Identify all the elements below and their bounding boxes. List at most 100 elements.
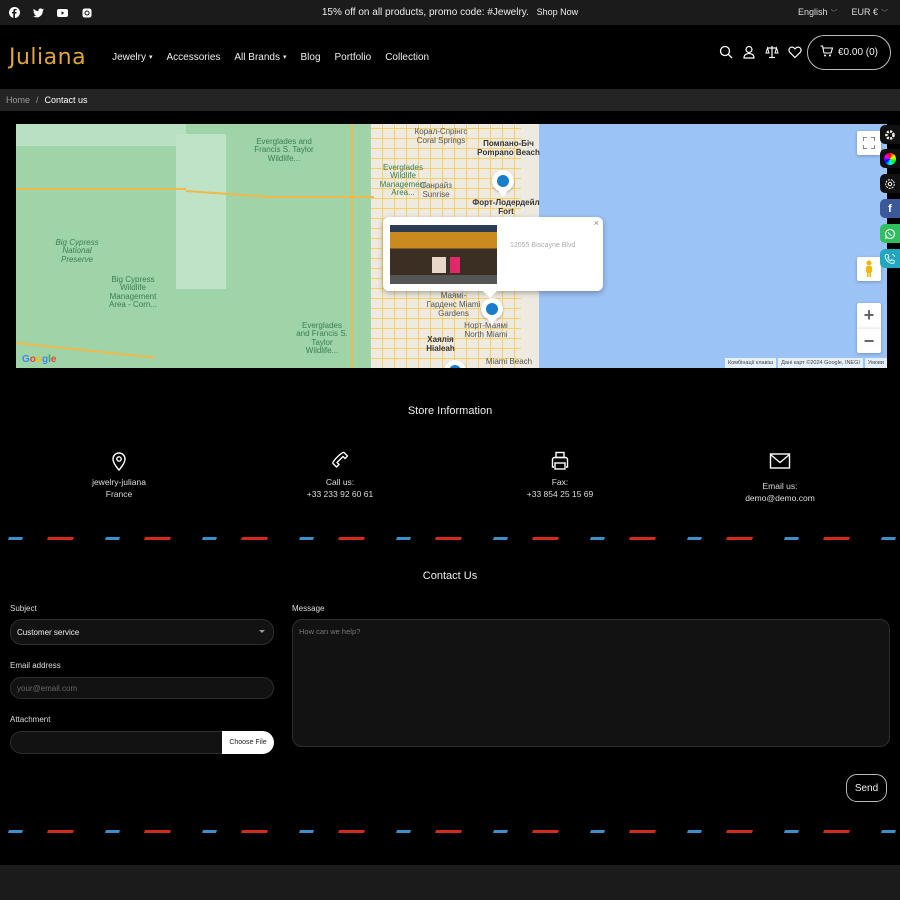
settings-widget[interactable] xyxy=(880,125,900,144)
nav-portfolio[interactable]: Portfolio xyxy=(335,52,372,63)
chevron-down-icon: ▾ xyxy=(148,54,153,61)
store-info-email: Email us: demo@demo.com xyxy=(705,450,855,505)
blue-dash xyxy=(881,537,896,540)
store-map[interactable]: Everglades and Francis S. Taylor Wildlif… xyxy=(16,124,887,368)
nav-label: Collection xyxy=(385,51,430,63)
map-label: Big Cypress Wildlife Management Area - C… xyxy=(108,275,157,310)
red-dash xyxy=(726,830,753,833)
logo[interactable]: Juliana xyxy=(9,45,86,70)
twitter-icon[interactable] xyxy=(33,7,44,18)
red-dash xyxy=(435,830,462,833)
map-data-credit: Дані карт ©2024 Google, INEGI xyxy=(778,358,863,368)
blue-dash xyxy=(881,830,896,833)
color-wheel-icon xyxy=(884,152,896,165)
terms-link[interactable]: Умови xyxy=(864,358,887,368)
whatsapp-icon xyxy=(884,228,896,239)
store-photo xyxy=(390,225,497,284)
map-land-area xyxy=(176,134,226,289)
red-dash xyxy=(144,830,171,833)
instagram-icon[interactable] xyxy=(81,7,92,18)
attachment-input[interactable]: Choose File xyxy=(10,731,274,754)
email-label: Email us: xyxy=(762,481,798,491)
nav-collection[interactable]: Collection xyxy=(385,52,429,63)
send-button[interactable]: Send xyxy=(846,774,887,802)
blue-dash xyxy=(299,830,314,833)
map-label: Санрайз Sunrise xyxy=(420,181,452,199)
fullscreen-icon xyxy=(863,137,875,149)
store-info-address: jewelry-juliana France xyxy=(44,450,194,501)
store-marker[interactable] xyxy=(492,170,514,198)
blue-dash xyxy=(784,537,799,540)
phone-number[interactable]: +33 233 92 60 61 xyxy=(265,488,415,500)
nav-label: All Brands xyxy=(234,51,280,63)
chevron-down-icon: ﹀ xyxy=(881,10,888,17)
blue-dash xyxy=(590,830,605,833)
store-name: jewelry-juliana xyxy=(92,477,146,487)
map-label: Big Cypress National Preserve xyxy=(55,238,99,264)
top-bar: 15% off on all products, promo code: #Je… xyxy=(0,0,900,25)
currency-label: EUR € xyxy=(851,7,878,17)
nav-label: Jewelry xyxy=(112,51,146,63)
fax-label: Fax: xyxy=(551,477,569,487)
fax-number: +33 854 25 15 69 xyxy=(526,489,594,500)
wishlist-icon[interactable] xyxy=(788,45,802,59)
blue-dash xyxy=(590,537,605,540)
store-info-phone: Call us: +33 233 92 60 61 xyxy=(265,450,415,501)
chevron-down-icon: ▾ xyxy=(282,54,287,61)
user-icon[interactable] xyxy=(742,45,756,59)
red-dash xyxy=(823,830,850,833)
google-logo[interactable]: Google xyxy=(22,354,56,365)
nav-label: Blog xyxy=(300,51,321,63)
phone-callback-widget[interactable] xyxy=(880,249,900,268)
store-country: France xyxy=(105,489,133,500)
breadcrumb-home[interactable]: Home xyxy=(6,95,30,105)
blue-dash xyxy=(493,537,508,540)
fullscreen-button[interactable] xyxy=(857,131,881,155)
nav-jewelry[interactable]: Jewelry ▾ xyxy=(112,52,152,63)
red-dash xyxy=(532,830,559,833)
message-label: Message xyxy=(292,604,325,613)
color-picker-widget[interactable] xyxy=(880,149,900,168)
subject-label: Subject xyxy=(10,604,37,613)
chevron-down-icon: ﹀ xyxy=(830,10,838,17)
search-icon[interactable] xyxy=(719,45,733,59)
compare-icon[interactable] xyxy=(765,45,779,59)
map-land-area xyxy=(16,124,186,146)
zoom-in-button[interactable]: + xyxy=(857,303,881,328)
map-attribution: Комбінації клавіш Дані карт ©2024 Google… xyxy=(725,358,887,368)
blue-dash xyxy=(299,537,314,540)
zoom-out-button[interactable]: − xyxy=(857,328,881,353)
currency-selector[interactable]: EUR € ﹀ xyxy=(851,7,888,18)
choose-file-button[interactable]: Choose File xyxy=(222,731,274,754)
store-marker[interactable] xyxy=(444,360,466,368)
facebook-widget[interactable]: f xyxy=(880,199,900,218)
blue-dash xyxy=(105,830,120,833)
store-marker[interactable] xyxy=(481,298,503,326)
facebook-icon[interactable] xyxy=(9,7,20,18)
breadcrumb-separator: / xyxy=(36,95,39,105)
close-icon[interactable]: × xyxy=(594,218,599,228)
red-dash xyxy=(338,537,365,540)
youtube-icon[interactable] xyxy=(57,7,68,18)
language-selector[interactable]: English ﹀ xyxy=(798,7,838,18)
blue-dash xyxy=(202,830,217,833)
nav-accessories[interactable]: Accessories xyxy=(166,52,220,63)
shop-now-link[interactable]: Shop Now xyxy=(537,7,579,17)
whatsapp-widget[interactable] xyxy=(880,224,900,243)
cart-button[interactable]: €0.00 (0) xyxy=(807,35,891,70)
nav-all-brands[interactable]: All Brands ▾ xyxy=(234,52,286,63)
phone-icon xyxy=(332,451,349,468)
email-address[interactable]: demo@demo.com xyxy=(705,492,855,504)
settings-widget-2[interactable] xyxy=(880,174,900,193)
blue-dash xyxy=(687,537,702,540)
keyboard-shortcuts-link[interactable]: Комбінації клавіш xyxy=(725,358,777,368)
nav-blog[interactable]: Blog xyxy=(300,52,320,63)
email-input[interactable]: your@email.com xyxy=(10,677,274,699)
promo-banner: 15% off on all products, promo code: #Je… xyxy=(0,7,900,18)
phone-label: Call us: xyxy=(325,477,355,487)
street-view-pegman[interactable] xyxy=(857,257,881,281)
subject-select[interactable]: Customer service xyxy=(10,619,274,645)
red-dash xyxy=(241,537,268,540)
blue-dash xyxy=(8,830,23,833)
message-textarea[interactable]: How can we help? xyxy=(292,619,890,747)
